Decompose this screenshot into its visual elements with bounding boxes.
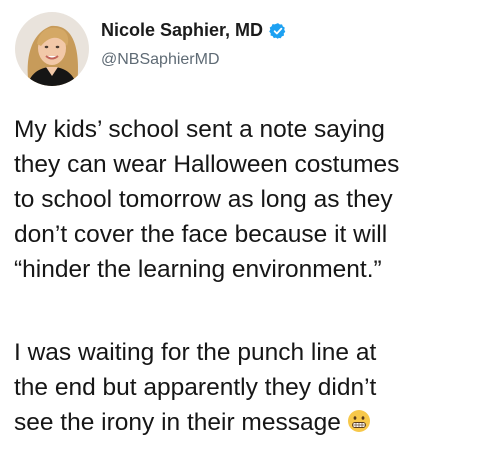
tweet-line: they can wear Halloween costumes xyxy=(14,151,400,178)
grimacing-face-emoji-icon xyxy=(347,408,371,432)
tweet-line: to school tomorrow as long as they xyxy=(14,186,393,213)
tweet-line-last: see the irony in their message xyxy=(14,405,494,440)
author-name-row[interactable]: Nicole Saphier, MD xyxy=(101,20,287,41)
tweet-line: My kids’ school sent a note saying xyxy=(14,116,385,143)
profile-photo-icon xyxy=(15,12,89,86)
tweet-line-text: see the irony in their message xyxy=(14,409,341,436)
tweet-line: don’t cover the face because it will xyxy=(14,221,388,248)
tweet-text: My kids’ school sent a note saying they … xyxy=(14,112,494,440)
tweet-line: “hinder the learning environment.” xyxy=(14,256,382,283)
tweet-line: the end but apparently they didn’t xyxy=(14,374,377,401)
tweet-card: Nicole Saphier, MD @NBSaphierMD My kids’… xyxy=(0,0,500,455)
avatar[interactable] xyxy=(15,12,89,86)
author-handle[interactable]: @NBSaphierMD xyxy=(101,51,220,69)
tweet-line: I was waiting for the punch line at xyxy=(14,339,377,366)
verified-badge-icon xyxy=(269,22,287,40)
author-name[interactable]: Nicole Saphier, MD xyxy=(101,20,263,41)
